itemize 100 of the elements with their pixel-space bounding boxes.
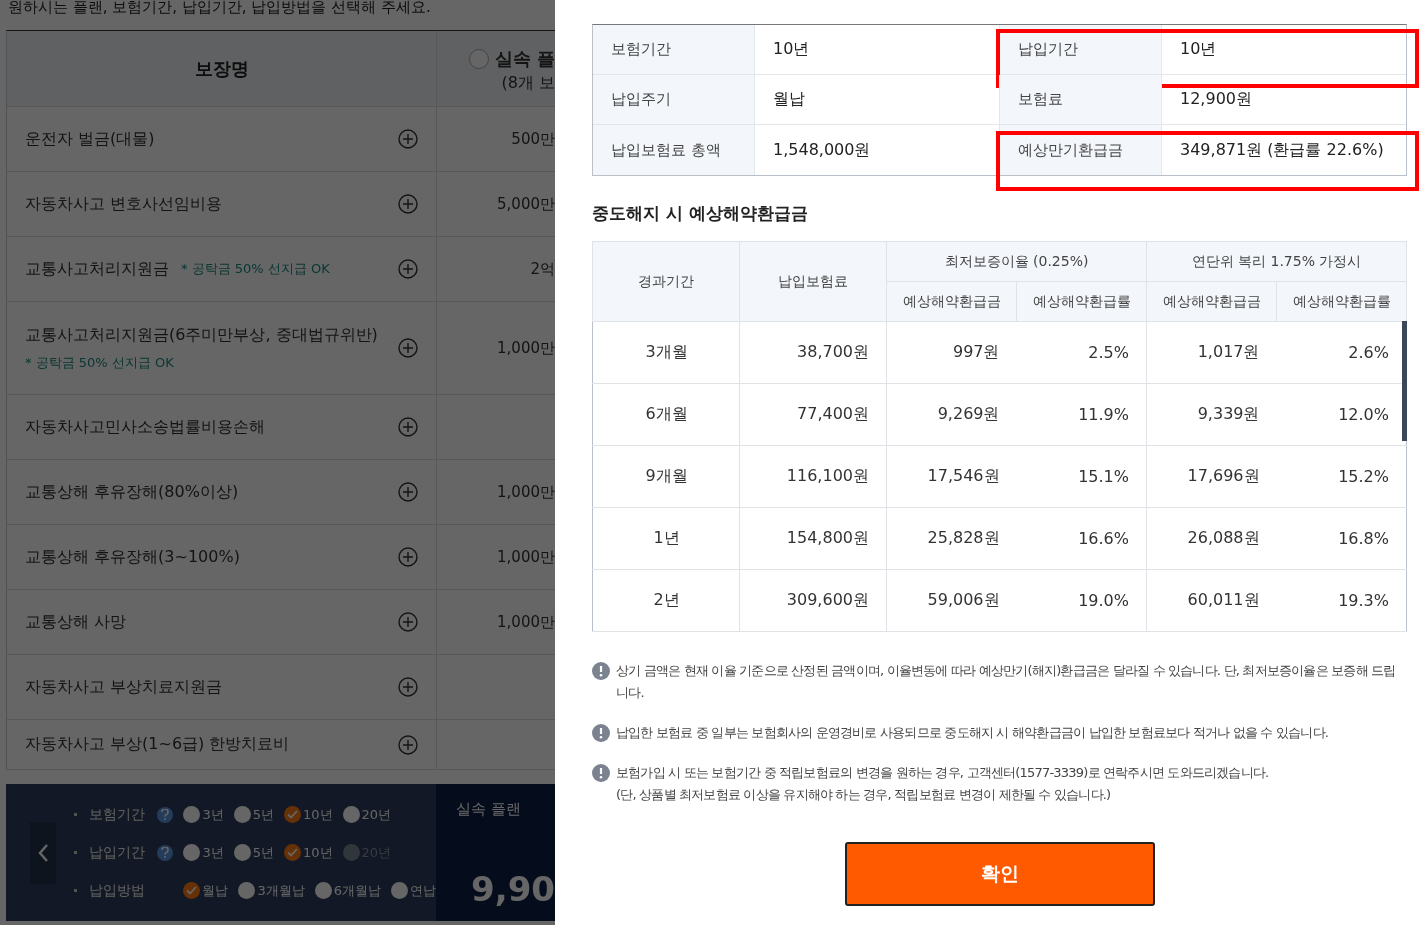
table-cell: 15.2% bbox=[1276, 445, 1407, 508]
radio-option[interactable]: 6개월납 bbox=[314, 881, 381, 900]
plan-header: 실속 플 bbox=[494, 47, 555, 71]
plan-title: 실속 플랜 bbox=[456, 800, 522, 819]
table-cell: 60,011원 bbox=[1146, 569, 1277, 632]
table-cell: 11.9% bbox=[1016, 383, 1147, 446]
coverage-name: 교통사고처리지원금 bbox=[25, 258, 169, 280]
table-cell: 38,700원 bbox=[739, 321, 887, 384]
plus-circle-icon[interactable] bbox=[398, 194, 418, 214]
plan-radio[interactable] bbox=[468, 49, 489, 69]
plus-circle-icon[interactable] bbox=[398, 259, 418, 279]
back-button[interactable] bbox=[30, 821, 57, 884]
plan-price: 9,90 bbox=[471, 869, 555, 909]
info-icon bbox=[592, 662, 610, 680]
plus-circle-icon[interactable] bbox=[398, 129, 418, 149]
check-icon bbox=[287, 810, 298, 819]
table-cell: 1,017원 bbox=[1146, 321, 1277, 384]
plus-circle-icon[interactable] bbox=[398, 547, 418, 567]
table-cell: 25,828원 bbox=[886, 507, 1017, 570]
radio-option[interactable]: 10년 bbox=[284, 805, 333, 824]
coverage-name: 자동차사고민사소송법률비용손해 bbox=[25, 416, 265, 438]
summary-label: 보험료 bbox=[1000, 75, 1162, 124]
notice-text: 상기 금액은 현재 이율 기준으로 산정된 금액이며, 이율변동에 따라 예상만기(해지)환급금은 달라질 수 있습니다. 단, 최저보증이율은 보증해 드립니다. bbox=[616, 662, 1397, 702]
coverage-amount: 1,000만 bbox=[497, 482, 555, 502]
instruction-text: 원하시는 플랜, 보험기간, 납입기간, 납입방법을 선택해 주세요. bbox=[7, 0, 432, 18]
table-cell: 19.0% bbox=[1016, 569, 1147, 632]
summary-value: 10년 bbox=[1179, 38, 1218, 60]
radio-option[interactable]: 월납 bbox=[183, 881, 229, 900]
option-label: 납입방법 bbox=[89, 881, 147, 900]
table-cell: 2년 bbox=[592, 569, 740, 632]
notice-text: 보험가입 시 또는 보험기간 중 적립보험료의 변경을 원하는 경우, 고객센터(1577-3339)로 연락주시면 도와드리겠습니다. (단, 상품별 최저보험료 이상을 유지해야 하는 경우, 적립보험료 변경이 제한될 수 있습니다.) bbox=[616, 764, 1269, 804]
radio-option[interactable]: 3개월납 bbox=[238, 881, 305, 900]
coverage-name: 교통상해 후유장해(3~100%) bbox=[25, 546, 240, 568]
plus-circle-icon[interactable] bbox=[398, 677, 418, 697]
table-cell: 19.3% bbox=[1276, 569, 1407, 632]
coverage-name: 교통사고처리지원금(6주미만부상, 중대법규위반) bbox=[25, 324, 379, 346]
radio-option[interactable]: 3년 bbox=[183, 805, 224, 824]
radio-option[interactable]: 연납 bbox=[391, 881, 436, 900]
help-icon[interactable] bbox=[157, 806, 174, 823]
table-cell: 309,600원 bbox=[739, 569, 887, 632]
info-icon bbox=[592, 764, 610, 782]
plus-circle-icon[interactable] bbox=[398, 338, 418, 358]
summary-value: 10년 bbox=[772, 38, 811, 60]
summary-value: 349,871원 (환급률 22.6%) bbox=[1179, 138, 1385, 161]
table-cell: 15.1% bbox=[1016, 445, 1147, 508]
coverage-amount: 1,000만 bbox=[497, 612, 555, 632]
table-cell: 116,100원 bbox=[739, 445, 887, 508]
coverage-note: * 공탁금 50% 선지급 OK bbox=[25, 353, 175, 372]
confirm-button[interactable]: 확인 bbox=[844, 842, 1155, 906]
coverage-amount: 2억 bbox=[530, 259, 555, 279]
coverage-name: 자동차사고 변호사선임비용 bbox=[25, 193, 223, 215]
info-icon bbox=[592, 724, 610, 742]
coverage-name: 자동차사고 부상(1~6급) 한방치료비 bbox=[25, 734, 290, 755]
summary-value: 월납 bbox=[772, 88, 806, 110]
summary-value: 12,900원 bbox=[1179, 88, 1253, 110]
option-label: 보험기간 bbox=[89, 805, 147, 824]
radio-option[interactable]: 10년 bbox=[284, 843, 333, 862]
column-header: 경과기간 bbox=[592, 241, 740, 322]
column-header: 예상해약환급률 bbox=[1016, 281, 1147, 322]
notice-text: 납입한 보험료 중 일부는 보험회사의 운영경비로 사용되므로 중도해지 시 해약환급금이 납입한 보험료보다 적거나 없을 수 있습니다. bbox=[616, 724, 1329, 742]
plus-circle-icon[interactable] bbox=[398, 482, 418, 502]
check-icon bbox=[287, 848, 298, 857]
chevron-left-icon bbox=[37, 842, 50, 863]
table-cell: 16.6% bbox=[1016, 507, 1147, 570]
summary-label: 보험기간 bbox=[593, 25, 755, 74]
column-group-header: 최저보증이율 (0.25%) bbox=[886, 241, 1147, 282]
summary-value: 1,548,000원 bbox=[772, 138, 872, 161]
coverage-name: 교통상해 사망 bbox=[25, 611, 127, 633]
coverage-amount: 1,000만 bbox=[497, 338, 555, 358]
column-header: 예상해약환급금 bbox=[1146, 281, 1277, 322]
coverage-name: 교통상해 후유장해(80%이상) bbox=[25, 481, 239, 503]
summary-label: 예상만기환급금 bbox=[1000, 125, 1162, 175]
table-cell: 2.5% bbox=[1016, 321, 1147, 384]
column-group-header: 연단위 복리 1.75% 가정시 bbox=[1146, 241, 1407, 282]
table-cell: 1년 bbox=[592, 507, 740, 570]
table-cell: 59,006원 bbox=[886, 569, 1017, 632]
plus-circle-icon[interactable] bbox=[398, 612, 418, 632]
plus-circle-icon[interactable] bbox=[398, 734, 418, 755]
table-cell: 9,269원 bbox=[886, 383, 1017, 446]
column-header: 납입보험료 bbox=[739, 241, 887, 322]
help-icon[interactable] bbox=[157, 844, 174, 861]
option-label: 납입기간 bbox=[89, 843, 147, 862]
table-cell: 3개월 bbox=[592, 321, 740, 384]
coverage-amount: 500만 bbox=[511, 129, 555, 149]
summary-label: 납입기간 bbox=[1000, 25, 1162, 74]
table-cell: 154,800원 bbox=[739, 507, 887, 570]
check-icon bbox=[186, 886, 198, 895]
radio-option[interactable]: 5년 bbox=[233, 843, 274, 862]
table-cell: 77,400원 bbox=[739, 383, 887, 446]
table-cell: 16.8% bbox=[1276, 507, 1407, 570]
radio-option[interactable]: 5년 bbox=[233, 805, 274, 824]
plus-circle-icon[interactable] bbox=[398, 417, 418, 437]
coverage-amount: 1,000만 bbox=[497, 547, 555, 567]
coverage-amount: 5,000만 bbox=[497, 194, 555, 214]
coverage-name: 자동차사고 부상치료지원금 bbox=[25, 676, 223, 698]
radio-option[interactable]: 3년 bbox=[183, 843, 224, 862]
coverage-note: * 공탁금 50% 선지급 OK bbox=[181, 260, 330, 278]
radio-option[interactable]: 20년 bbox=[342, 805, 392, 824]
table-cell: 9개월 bbox=[592, 445, 740, 508]
coverage-name: 운전자 벌금(대물) bbox=[25, 128, 155, 150]
